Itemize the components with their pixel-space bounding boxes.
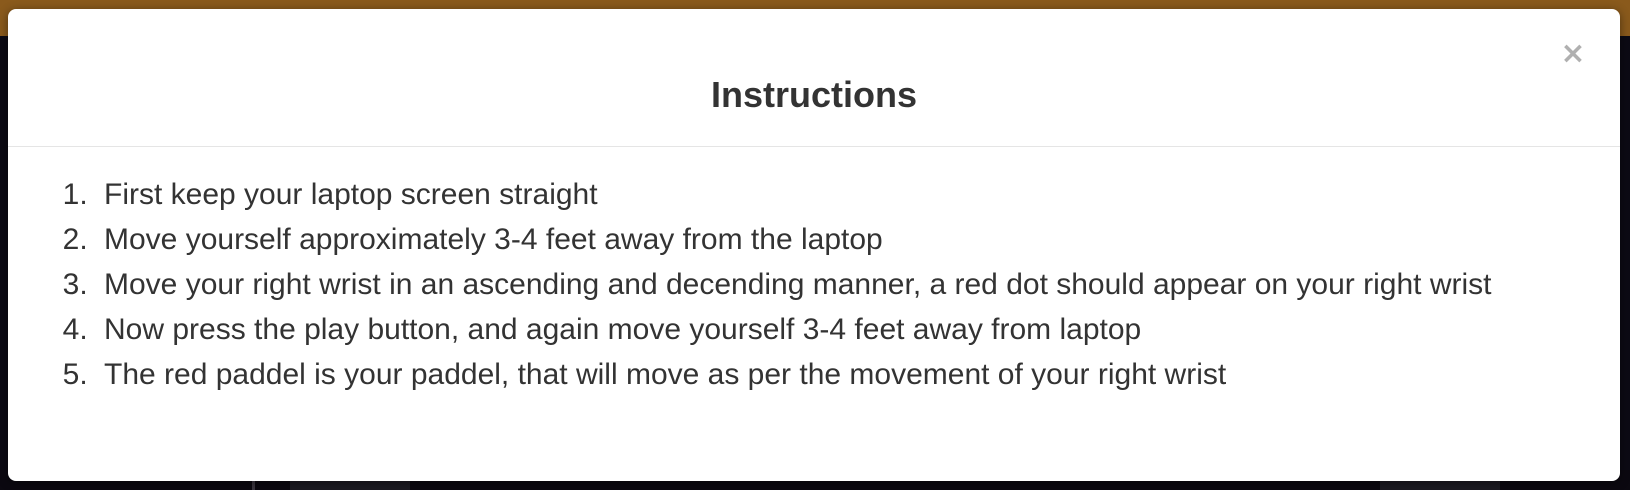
instruction-item: Now press the play button, and again mov… (96, 307, 1620, 352)
instruction-item: Move yourself approximately 3-4 feet awa… (96, 217, 1620, 262)
instruction-item: Move your right wrist in an ascending an… (96, 262, 1620, 307)
close-icon[interactable]: × (1558, 39, 1588, 69)
modal-body: First keep your laptop screen straight M… (8, 147, 1620, 397)
modal-title: Instructions (710, 74, 917, 115)
instructions-modal: Instructions × First keep your laptop sc… (8, 9, 1620, 481)
instruction-item: First keep your laptop screen straight (96, 172, 1620, 217)
instructions-list: First keep your laptop screen straight M… (8, 172, 1620, 397)
modal-header: Instructions × (8, 9, 1620, 147)
instruction-item: The red paddel is your paddel, that will… (96, 352, 1620, 397)
